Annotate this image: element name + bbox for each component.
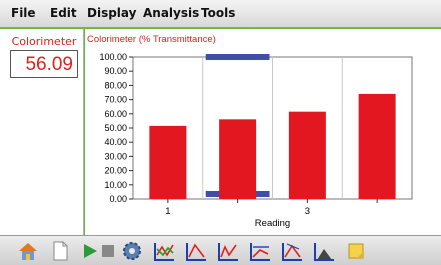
menu-file[interactable]: File <box>11 6 36 20</box>
area-graph-icon[interactable] <box>312 239 336 263</box>
menu-analysis[interactable]: Analysis <box>143 6 199 20</box>
x-axis-label: Reading <box>255 218 290 229</box>
x-tick-label: 1 <box>165 206 170 217</box>
home-icon[interactable] <box>16 239 40 263</box>
bar-chart[interactable]: Colorimeter (% Transmittance) 0.00 10.00 2… <box>85 29 441 235</box>
line-graph-icon[interactable] <box>152 239 176 263</box>
menu-tools[interactable]: Tools <box>201 6 235 20</box>
y-tick-label: 70.00 <box>104 95 127 105</box>
graph-panel[interactable]: Colorimeter (% Transmittance) 0.00 10.00 2… <box>85 29 441 235</box>
y-tick-label: 30.00 <box>104 151 127 161</box>
selection-marker-top <box>205 54 270 60</box>
meter-value: 56.09 <box>25 54 73 75</box>
new-file-icon[interactable] <box>48 239 72 263</box>
y-tick-label: 60.00 <box>104 109 127 119</box>
x-tick-label: 3 <box>305 206 310 217</box>
gear-icon[interactable] <box>120 239 144 263</box>
tangent-graph-icon[interactable] <box>280 239 304 263</box>
bar-4 <box>358 93 396 199</box>
y-tick-label: 10.00 <box>104 180 127 190</box>
fit-graph-icon[interactable] <box>248 239 272 263</box>
chart-title: Colorimeter (% Transmittance) <box>87 34 216 45</box>
step-graph-icon[interactable] <box>216 239 240 263</box>
menu-display[interactable]: Display <box>87 6 136 20</box>
y-tick-label: 90.00 <box>104 66 127 76</box>
stop-icon[interactable] <box>96 239 120 263</box>
y-tick-label: 50.00 <box>104 123 127 133</box>
menu-bar: File Edit Display Analysis Tools <box>0 0 441 28</box>
toolbar <box>0 235 441 265</box>
y-tick-label: 80.00 <box>104 80 127 90</box>
meter-display[interactable]: 56.09 <box>10 50 78 78</box>
note-icon[interactable] <box>344 239 368 263</box>
bar-1 <box>149 125 187 199</box>
y-tick-label: 40.00 <box>104 137 127 147</box>
peak-graph-icon[interactable] <box>184 239 208 263</box>
y-tick-label: 100.00 <box>99 52 127 62</box>
meter-label: Colorimeter <box>11 35 77 48</box>
y-tick-label: 20.00 <box>104 166 127 176</box>
menu-edit[interactable]: Edit <box>50 6 77 20</box>
bar-2 <box>219 119 257 199</box>
y-tick-label: 0.00 <box>109 194 127 204</box>
bar-3 <box>288 111 326 199</box>
